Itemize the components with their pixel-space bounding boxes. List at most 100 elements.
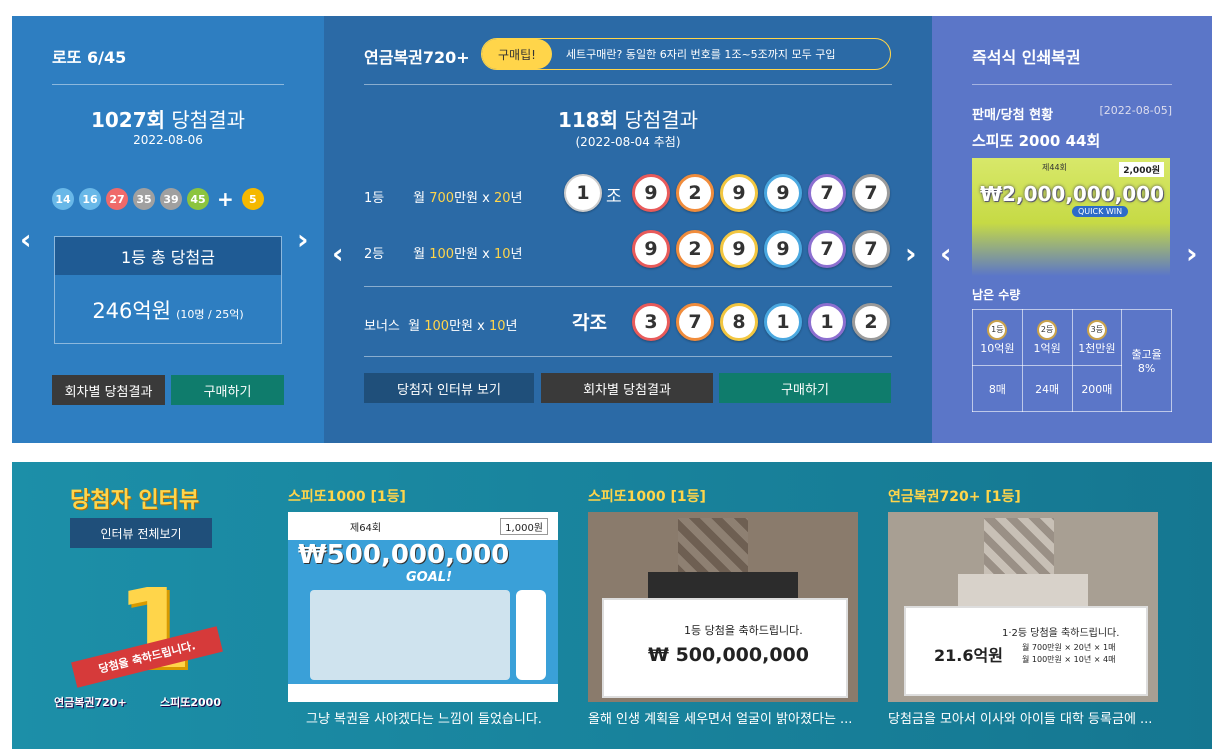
rate-cell: 출고율 8%: [1121, 309, 1172, 412]
pension-number-ball: 7: [852, 230, 890, 268]
interview-card-3-image[interactable]: 1·2등 당첨을 축하드립니다. 21.6억원 월 700만원 × 20년 × …: [888, 512, 1158, 702]
interview-title: 당첨자 인터뷰: [70, 488, 200, 513]
mid: 만원 x: [449, 319, 489, 334]
lotto-bonus-ball: 5: [241, 188, 264, 210]
ticket-round: 제64회: [350, 523, 382, 534]
suffix: 년: [510, 191, 523, 206]
interview-card-1-caption[interactable]: 그냥 복권을 사야겠다는 느낌이 들었습니다.: [306, 708, 576, 727]
divider: [972, 84, 1172, 85]
ticket-amount: ₩2,000,000,000: [980, 182, 1165, 206]
rank1-count: 8매: [972, 365, 1023, 412]
lotto-round-heading: 1027회 당첨결과: [12, 104, 324, 133]
lotto-ball: 16: [79, 188, 101, 210]
pension-tip-badge: 구매팁!: [482, 39, 552, 69]
suffix: 년: [510, 247, 523, 262]
plus-icon: +: [217, 187, 234, 211]
pension-group-ball: 1: [564, 174, 602, 212]
board-amount: 21.6억원: [934, 646, 1003, 665]
pension-history-button[interactable]: 회차별 당첨결과: [541, 373, 713, 403]
pension-round: 118회: [557, 108, 619, 132]
pension-title[interactable]: 연금복권720+: [364, 44, 470, 68]
instant-ticket-image[interactable]: 제44회 2,000원 ₩2,000,000,000 QUICK WIN: [972, 158, 1170, 276]
pension-buy-button[interactable]: 구매하기: [719, 373, 891, 403]
medal-2-icon: 2등: [1037, 319, 1058, 340]
pension-number-ball: 7: [676, 303, 714, 341]
pension-number-ball: 9: [632, 174, 670, 212]
mid: 만원 x: [454, 191, 494, 206]
interview-section: 당첨자 인터뷰 인터뷰 전체보기 1 당첨을 축하드립니다. 연금복권720+ …: [12, 462, 1212, 749]
instant-title[interactable]: 즉석식 인쇄복권: [972, 44, 1081, 68]
instant-prev-arrow-icon[interactable]: ‹: [940, 240, 952, 268]
pension-number-ball: 1: [764, 303, 802, 341]
pension-number-ball: 1: [808, 303, 846, 341]
pension-each-label: 각조: [572, 312, 607, 334]
pension-number-ball: 2: [676, 174, 714, 212]
interview-card-2-image[interactable]: 1등 당첨을 축하드립니다. ₩ 500,000,000: [588, 512, 858, 702]
interview-card-2-title[interactable]: 스피또1000 [1등]: [588, 486, 706, 506]
rank3-prize: 1천만원: [1078, 341, 1116, 355]
lotto-prev-arrow-icon[interactable]: ‹: [20, 226, 32, 254]
instant-next-arrow-icon[interactable]: ›: [1186, 240, 1198, 268]
scratch-area: [310, 590, 510, 680]
medal-3-icon: 3등: [1086, 319, 1107, 340]
interview-view-all-button[interactable]: 인터뷰 전체보기: [70, 518, 212, 548]
lotto-winning-numbers: 14 16 27 35 39 45 +5: [52, 187, 264, 211]
amount: 100: [429, 247, 455, 262]
scratch-phone: [516, 590, 546, 680]
pension-tip-bar[interactable]: 구매팁! 세트구매란? 동일한 6자리 번호를 1조~5조까지 모두 구입: [481, 38, 891, 70]
instant-game-name[interactable]: 스피또 2000 44회: [972, 130, 1100, 151]
interview-card-1-image[interactable]: 제64회 1,000원 ₩500,000,000 GOAL!: [288, 512, 558, 702]
ticket-price: 2,000원: [1119, 162, 1164, 177]
suffix: 년: [505, 319, 518, 334]
pension-panel: 연금복권720+ 구매팁! 세트구매란? 동일한 6자리 번호를 1조~5조까지…: [324, 16, 932, 443]
rank2-prize: 1억원: [1033, 341, 1061, 355]
rank2-cell: 2등 1억원: [1021, 309, 1073, 366]
prize-board: 1·2등 당첨을 축하드립니다. 21.6억원 월 700만원 × 20년 × …: [904, 606, 1148, 696]
interview-card-1-title[interactable]: 스피또1000 [1등]: [288, 486, 406, 506]
pension-number-ball: 7: [808, 230, 846, 268]
lotto-ball: 27: [106, 188, 128, 210]
divider: [364, 84, 892, 85]
years: 20: [493, 191, 511, 206]
mid: 만원 x: [454, 247, 494, 262]
lotto-next-arrow-icon[interactable]: ›: [297, 226, 309, 254]
rank3-count: 200매: [1071, 365, 1123, 412]
pension-round-heading: 118회 당첨결과: [324, 104, 932, 133]
pension-number-ball: 9: [632, 230, 670, 268]
pension-number-ball: 9: [764, 174, 802, 212]
instant-remaining-label: 남은 수량: [972, 288, 1021, 302]
pension-row-2nd-label: 2등 월 100만원 x 10년: [364, 243, 523, 262]
ticket-price: 1,000원: [500, 518, 548, 535]
instant-status-label: 판매/당첨 현황: [972, 108, 1054, 123]
interview-card-3-caption[interactable]: 당첨금을 모아서 이사와 아이들 대학 등록금에 ...: [888, 708, 1158, 727]
instant-stock-table: 1등 10억원 2등 1억원 3등 1천만원 출고율 8% 8매 24매 200매: [972, 309, 1172, 412]
board-amount: ₩ 500,000,000: [648, 644, 809, 666]
pension-row-1st-label: 1등 월 700만원 x 20년: [364, 187, 523, 206]
pension-interview-button[interactable]: 당첨자 인터뷰 보기: [364, 373, 534, 403]
amount: 100: [424, 319, 450, 334]
pension-number-ball: 9: [720, 174, 758, 212]
divider: [52, 84, 284, 85]
lotto-ball: 39: [160, 188, 182, 210]
ticket-quickwin-label: QUICK WIN: [1072, 206, 1129, 217]
pension-number-ball: 7: [808, 174, 846, 212]
interview-card-2-caption[interactable]: 올해 인생 계획을 세우면서 얼굴이 밝아졌다는 ...: [588, 708, 858, 727]
lotto-history-button[interactable]: 회차별 당첨결과: [52, 375, 165, 405]
pension-next-arrow-icon[interactable]: ›: [905, 240, 917, 268]
lotto-buy-button[interactable]: 구매하기: [171, 375, 284, 405]
rank-label: 2등: [364, 247, 385, 262]
rate-label: 출고율: [1131, 348, 1162, 361]
amount: 700: [429, 191, 455, 206]
lotto-ball: 14: [52, 188, 74, 210]
ticket-footer: [288, 684, 558, 702]
pension-prev-arrow-icon[interactable]: ‹: [332, 240, 344, 268]
lotto-date: 2022-08-06: [133, 133, 203, 147]
prize-board: 1등 당첨을 축하드립니다. ₩ 500,000,000: [602, 598, 848, 698]
board-title: 1등 당첨을 축하드립니다.: [684, 624, 803, 637]
ticket-round: 제44회: [1042, 163, 1067, 172]
lotto-title[interactable]: 로또 6/45: [52, 44, 126, 68]
prefix: 월: [408, 319, 425, 334]
interview-card-3-title[interactable]: 연금복권720+ [1등]: [888, 486, 1021, 506]
lotto-total-value: 246억원 (10명 / 25억): [55, 295, 281, 325]
lotto-total-box: 1등 총 당첨금 246억원 (10명 / 25억): [54, 236, 282, 344]
